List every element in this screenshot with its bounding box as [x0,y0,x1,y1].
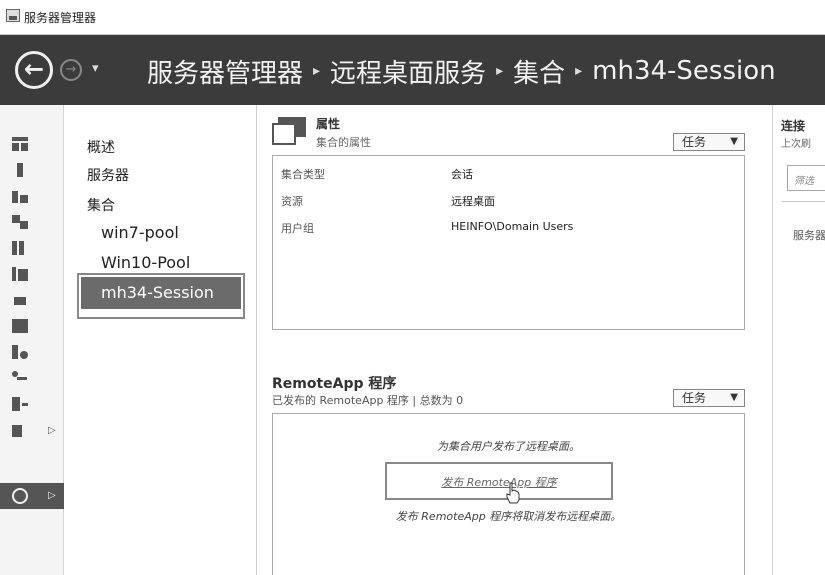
chevron-down-icon: ▼ [730,136,738,147]
properties-panel: 集合类型 会话 资源 远程桌面 用户组 HEINFO\Domain Users [272,155,745,330]
remoteapp-tasks-button[interactable]: 任务 ▼ [673,389,745,407]
header-bar: ← → ▾ 服务器管理器 ▸ 远程桌面服务 ▸ 集合 ▸ mh34-Sessio… [0,35,825,105]
window-title: 服务器管理器 [24,11,97,25]
breadcrumb-separator-icon: ▸ [575,63,583,79]
iis-icon[interactable] [12,345,28,359]
property-value: HEINFO\Domain Users [451,220,574,233]
wsus-icon[interactable] [12,423,28,437]
breadcrumb-separator-icon: ▸ [313,63,321,79]
main-content: 属性 集合的属性 任务 ▼ 集合类型 会话 资源 远程桌面 用户组 HEINFO… [258,105,770,575]
expand-arrow-icon[interactable]: ▷ [48,425,56,436]
dashboard-icon[interactable] [12,137,28,151]
connections-title: 连接 [781,119,806,133]
icon-rail: ▷ ▷ [0,105,64,575]
back-arrow-icon[interactable]: ← [15,51,53,89]
property-label: 资源 [281,195,303,208]
remoteapp-title: RemoteApp 程序 [272,376,397,392]
connections-divider [781,201,825,202]
forward-arrow-icon[interactable]: → [60,59,82,81]
title-bar: 服务器管理器 [0,0,825,35]
breadcrumb-separator-icon: ▸ [496,63,504,79]
tasks-label: 任务 [682,391,707,405]
property-value: 远程桌面 [451,195,495,208]
hyper-v-icon[interactable] [12,319,28,333]
remoteapp-status-message: 为集合用户发布了远程桌面。 [437,440,580,453]
breadcrumb: 服务器管理器 ▸ 远程桌面服务 ▸ 集合 ▸ mh34-Session [147,51,776,91]
local-server-icon[interactable] [12,163,28,177]
npas-icon[interactable] [12,371,28,385]
remoteapp-panel: 为集合用户发布了远程桌面。 发布 RemoteApp 程序 发布 RemoteA… [272,413,745,575]
history-dropdown-icon[interactable]: ▾ [92,61,99,76]
tasks-label: 任务 [682,135,707,149]
properties-title: 属性 [316,117,341,131]
all-servers-icon[interactable] [12,189,28,203]
ad-ds-icon[interactable] [12,215,28,229]
remoteapp-warning-message: 发布 RemoteApp 程序将取消发布远程桌面。 [395,510,622,523]
nav-item-servers[interactable]: 服务器 [87,165,129,185]
remote-desktop-services-icon[interactable] [12,488,28,504]
connections-pane: 连接 上次刷 筛选 服务器 [772,105,825,575]
print-services-icon[interactable] [12,293,28,307]
nav-item-overview[interactable]: 概述 [87,137,115,157]
nav-item-collections[interactable]: 集合 [87,195,115,215]
properties-icon [272,117,306,145]
navigation-panel: 概述 服务器 集合 win7-pool Win10-Pool mh34-Sess… [65,105,257,575]
property-label: 用户组 [281,222,314,235]
remote-access-icon[interactable] [12,397,28,411]
connections-filter-input[interactable]: 筛选 [787,165,825,191]
hand-cursor-icon [506,482,520,504]
connections-server-column[interactable]: 服务器 [793,227,825,243]
dns-icon[interactable] [12,241,28,255]
property-value: 会话 [451,168,473,181]
nav-item-collection[interactable]: win7-pool [101,223,179,242]
breadcrumb-item[interactable]: 远程桌面服务 [330,53,486,90]
nav-item-collection-selected[interactable]: mh34-Session [81,277,241,309]
remoteapp-subtitle: 已发布的 RemoteApp 程序 | 总数为 0 [272,394,464,407]
breadcrumb-item[interactable]: mh34-Session [592,56,775,86]
nav-item-collection[interactable]: Win10-Pool [101,253,190,272]
breadcrumb-item[interactable]: 服务器管理器 [147,53,303,90]
expand-arrow-icon[interactable]: ▷ [48,490,56,501]
server-manager-icon [6,9,20,22]
publish-highlight: 发布 RemoteApp 程序 [385,462,613,500]
breadcrumb-item[interactable]: 集合 [513,53,565,90]
properties-subtitle: 集合的属性 [316,136,371,149]
properties-tasks-button[interactable]: 任务 ▼ [673,133,745,151]
property-label: 集合类型 [281,168,325,181]
chevron-down-icon: ▼ [730,392,738,403]
publish-remoteapp-link[interactable]: 发布 RemoteApp 程序 [387,474,611,490]
file-services-icon[interactable] [12,267,28,281]
connections-subtitle: 上次刷 [781,139,811,150]
